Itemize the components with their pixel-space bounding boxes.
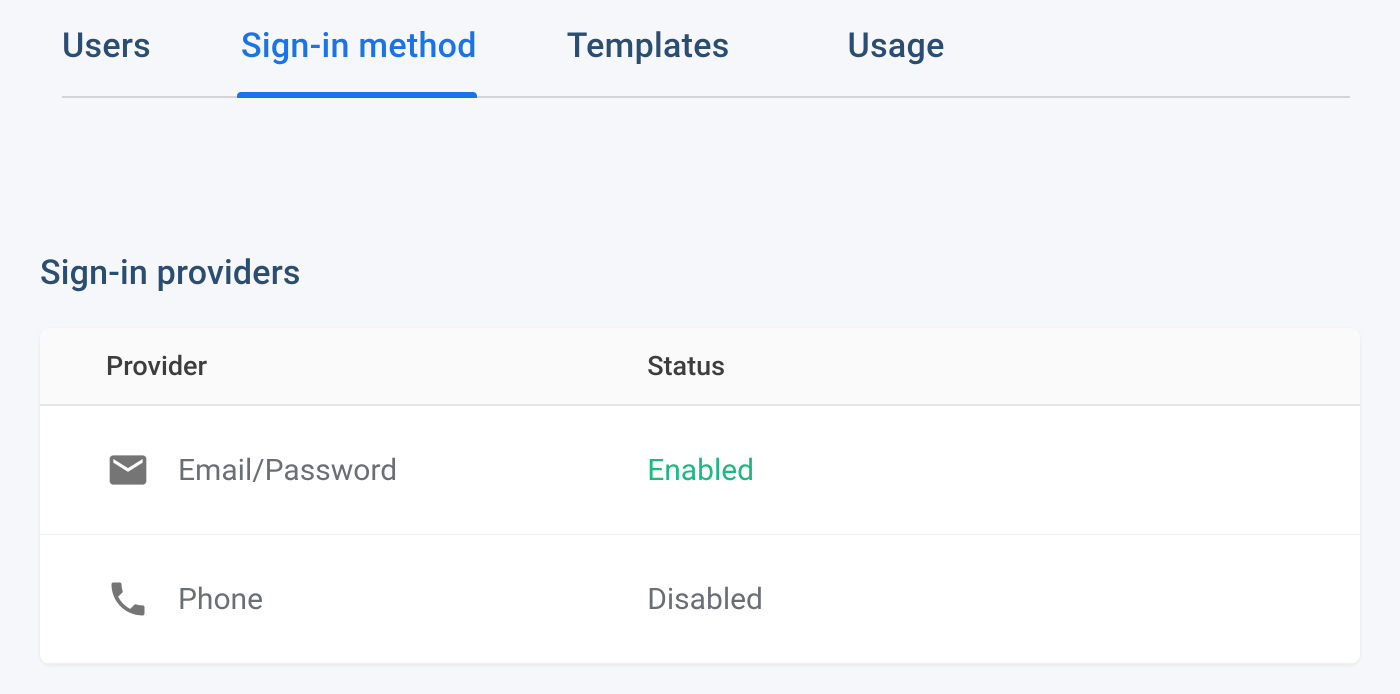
column-header-provider: Provider: [40, 350, 647, 382]
tab-templates[interactable]: Templates: [567, 20, 770, 96]
email-icon: [106, 448, 150, 492]
provider-name: Phone: [178, 582, 263, 617]
provider-status: Enabled: [647, 453, 1360, 488]
provider-name: Email/Password: [178, 453, 397, 488]
providers-table: Provider Status Email/Password Enabled P…: [40, 328, 1360, 664]
tab-users[interactable]: Users: [62, 20, 191, 96]
tab-bar: Users Sign-in method Templates Usage: [62, 20, 1350, 98]
phone-icon: [106, 577, 150, 621]
provider-status: Disabled: [647, 582, 1360, 617]
table-header: Provider Status: [40, 328, 1360, 406]
section-title: Sign-in providers: [40, 253, 1360, 293]
provider-row-email-password[interactable]: Email/Password Enabled: [40, 406, 1360, 535]
provider-row-phone[interactable]: Phone Disabled: [40, 535, 1360, 664]
tab-sign-in-method[interactable]: Sign-in method: [241, 20, 517, 96]
column-header-status: Status: [647, 350, 1360, 382]
tab-usage[interactable]: Usage: [848, 20, 985, 96]
